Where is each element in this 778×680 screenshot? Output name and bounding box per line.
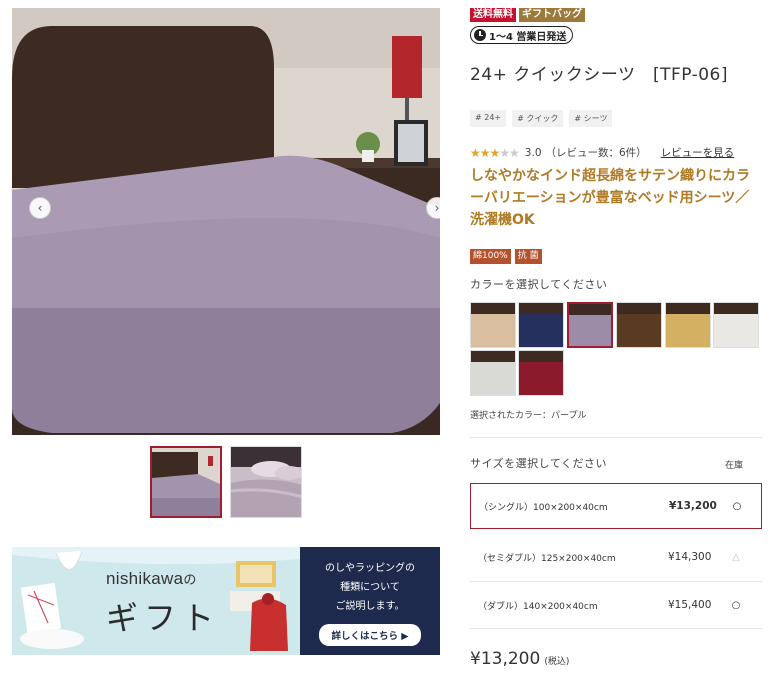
divider	[470, 437, 762, 438]
chevron-right-icon: ›	[434, 201, 440, 215]
tag-sheets[interactable]: # シーツ	[569, 110, 613, 127]
tag-24plus[interactable]: # 24+	[470, 110, 507, 127]
banner-headline: ギフト	[106, 599, 221, 637]
shipping-badge: 1〜4 営業日発送	[470, 26, 574, 44]
chevron-left-icon: ‹	[37, 201, 43, 215]
stock-column-label: 在庫	[725, 461, 744, 471]
thumbnail-2[interactable]	[230, 446, 302, 518]
size-option-name: （ダブル）140×200×40cm	[478, 601, 598, 612]
banner-details-button[interactable]: 詳しくはこちら ▶	[319, 623, 421, 646]
size-option-single[interactable]: （シングル）100×200×40cm ¥13,200 ○	[470, 483, 762, 529]
gift-banner-info: のしやラッピングの 種類について ご説明します。 詳しくはこちら ▶	[300, 547, 440, 655]
promo-badges: 送料無料 ギフトバッグ	[470, 8, 585, 22]
swatch-red[interactable]	[518, 350, 564, 396]
total-price: ¥13,200 (税込)	[470, 649, 569, 669]
size-option-semi-double[interactable]: （セミダブル）125×200×40cm ¥14,300 △	[470, 534, 762, 580]
tax-label: (税込)	[544, 657, 570, 667]
tag-quick[interactable]: # クイック	[512, 110, 564, 127]
swatch-yellow[interactable]	[665, 302, 711, 348]
size-option-price: ¥14,300	[668, 551, 712, 563]
swatch-beige[interactable]	[470, 302, 516, 348]
stock-limited-icon: △	[732, 551, 740, 563]
main-product-image: ‹ ›	[12, 8, 440, 435]
gallery-prev-button[interactable]: ‹	[29, 197, 51, 219]
size-option-name: （セミダブル）125×200×40cm	[478, 553, 616, 564]
banner-brand: nishikawaの	[106, 569, 197, 589]
swatch-navy[interactable]	[518, 302, 564, 348]
star-rating-icon: ★★★★★	[470, 145, 520, 160]
swatch-light-gray[interactable]	[470, 350, 516, 396]
banner-line-3: ご説明します。	[335, 600, 405, 612]
swatch-purple[interactable]	[567, 302, 613, 348]
gift-bag-badge: ギフトバッグ	[519, 8, 585, 22]
thumbnail-strip	[150, 446, 302, 518]
antibacterial-badge: 抗 菌	[514, 249, 542, 264]
size-option-name: （シングル）100×200×40cm	[479, 502, 608, 513]
bed-photo	[12, 8, 440, 435]
shipping-text: 1〜4 営業日発送	[489, 31, 567, 43]
view-reviews-link[interactable]: レビューを見る	[661, 145, 735, 160]
gift-banner[interactable]: nishikawaの ギフト のしやラッピングの 種類について ご説明します。 …	[12, 547, 440, 655]
product-tags: # 24+ # クイック # シーツ	[470, 110, 613, 127]
cotton-badge: 綿100%	[470, 249, 511, 264]
price-amount: ¥13,200	[470, 649, 541, 669]
banner-brand-name: nishikawa	[106, 569, 184, 588]
rating-score: 3.0	[524, 146, 542, 159]
catch-copy: しなやかなインド超長綿をサテン織りにカラーバリエーションが豊富なベッド用シーツ／…	[470, 168, 750, 228]
gift-banner-visual: nishikawaの ギフト	[12, 547, 300, 655]
product-title: 24+ クイックシーツ [TFP-06]	[470, 65, 729, 85]
size-select-label: サイズを選択してください	[470, 457, 608, 470]
clock-icon	[474, 29, 486, 41]
size-option-double[interactable]: （ダブル）140×200×40cm ¥15,400 ○	[470, 582, 762, 628]
free-shipping-badge: 送料無料	[470, 8, 516, 22]
banner-line-1: のしやラッピングの	[325, 562, 415, 574]
rating-count: （レビュー数：6件）	[545, 147, 647, 159]
banner-line-2: 種類について	[340, 581, 400, 593]
color-select-label: カラーを選択してください	[470, 278, 608, 291]
banner-brand-suffix: の	[183, 572, 197, 587]
swatch-brown[interactable]	[616, 302, 662, 348]
stock-available-icon: ○	[731, 599, 741, 611]
size-option-price: ¥15,400	[668, 599, 712, 611]
stock-available-icon: ○	[732, 500, 742, 512]
thumbnail-1[interactable]	[150, 446, 222, 518]
feature-badges: 綿100% 抗 菌	[470, 249, 542, 264]
selected-color-text: 選択されたカラー：パープル	[470, 411, 587, 421]
divider	[470, 628, 762, 629]
swatch-white[interactable]	[713, 302, 759, 348]
rating-row: ★★★★★ 3.0 （レビュー数：6件） レビューを見る	[470, 145, 734, 160]
thumbnail-bed-image	[152, 448, 220, 516]
thumbnail-bedding-image	[231, 447, 301, 517]
size-option-price: ¥13,200	[669, 500, 717, 512]
